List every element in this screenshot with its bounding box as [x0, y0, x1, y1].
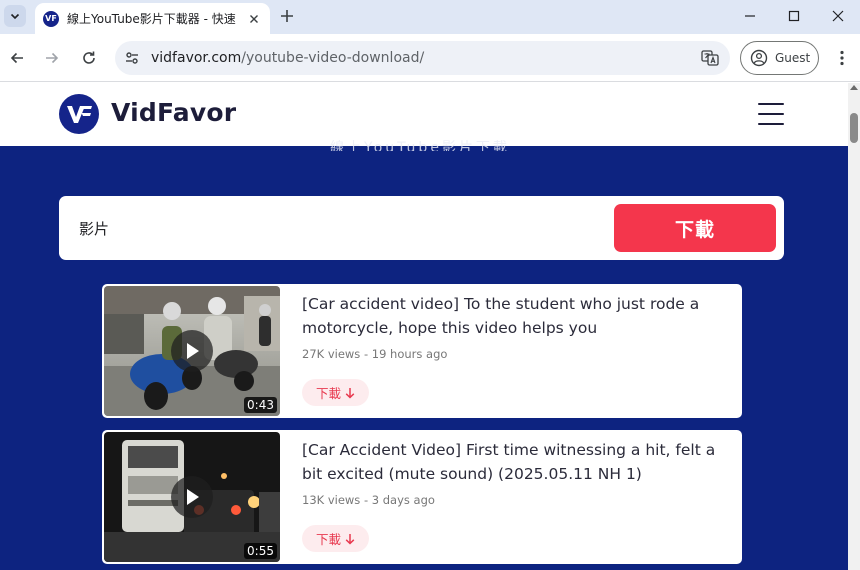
tab-title: 線上YouTube影片下載器 - 快速 — [67, 12, 236, 26]
result-download-button[interactable]: 下載 — [302, 379, 369, 406]
favicon-icon: VF — [43, 10, 59, 27]
video-thumbnail[interactable]: 0:43 — [104, 286, 280, 416]
close-icon — [832, 10, 844, 22]
search-input[interactable] — [79, 210, 599, 246]
reload-button[interactable] — [75, 44, 103, 72]
search-card: 下載 — [59, 196, 784, 260]
play-triangle-icon — [187, 489, 199, 505]
window-close-button[interactable] — [816, 0, 860, 32]
result-title[interactable]: [Car Accident Video] First time witnessi… — [302, 438, 727, 486]
result-item[interactable]: 0:55 [Car Accident Video] First time wit… — [102, 430, 742, 564]
page-viewport: VidFavor 線上YouTube影片下載 下載 — [0, 83, 848, 570]
site-info-button[interactable] — [121, 47, 143, 69]
scroll-up-icon[interactable] — [850, 85, 858, 90]
profile-label: Guest — [775, 51, 811, 65]
arrow-right-icon — [46, 52, 59, 64]
result-item[interactable]: 0:43 [Car accident video] To the student… — [102, 284, 742, 418]
browser-toolbar: vidfavor.com/youtube-video-download/ Gue… — [0, 34, 860, 82]
download-button[interactable]: 下載 — [614, 204, 776, 252]
result-title[interactable]: [Car accident video] To the student who … — [302, 292, 727, 340]
result-meta: 13K views - 3 days ago — [302, 493, 435, 507]
minimize-button[interactable] — [728, 0, 772, 32]
close-icon — [250, 14, 258, 23]
play-triangle-icon — [187, 343, 199, 359]
video-duration: 0:55 — [244, 543, 277, 559]
account-circle-icon — [750, 49, 768, 67]
video-duration: 0:43 — [244, 397, 277, 413]
arrow-down-icon — [345, 533, 355, 545]
profile-button[interactable]: Guest — [740, 41, 819, 75]
forward-button[interactable] — [38, 44, 66, 72]
translate-icon — [701, 50, 719, 66]
play-icon[interactable] — [171, 476, 213, 518]
tune-icon — [126, 52, 138, 64]
reload-icon — [83, 51, 95, 64]
translate-button[interactable] — [700, 48, 720, 68]
video-thumbnail[interactable]: 0:55 — [104, 432, 280, 562]
tab-search-button[interactable] — [4, 5, 26, 27]
page-scrollbar[interactable] — [848, 83, 860, 570]
url-text: vidfavor.com/youtube-video-download/ — [151, 50, 424, 66]
arrow-down-icon — [345, 387, 355, 399]
result-download-label: 下載 — [315, 532, 341, 547]
url-path: /youtube-video-download/ — [241, 50, 425, 66]
chevron-down-icon — [10, 13, 20, 20]
logo-text[interactable]: VidFavor — [111, 98, 236, 127]
address-bar[interactable]: vidfavor.com/youtube-video-download/ — [115, 41, 730, 75]
play-icon[interactable] — [171, 330, 213, 372]
tab-close-button[interactable] — [246, 11, 262, 27]
result-meta: 27K views - 19 hours ago — [302, 347, 448, 361]
more-vert-icon — [840, 50, 844, 66]
active-tab[interactable]: VF 線上YouTube影片下載器 - 快速 — [35, 3, 270, 34]
hamburger-menu-button[interactable] — [758, 103, 784, 125]
new-tab-button[interactable] — [276, 5, 298, 27]
maximize-icon — [788, 10, 800, 22]
minimize-icon — [745, 15, 755, 17]
vf-mark-icon — [67, 106, 92, 123]
tab-strip: VF 線上YouTube影片下載器 - 快速 — [0, 0, 860, 34]
result-download-label: 下載 — [315, 386, 341, 401]
maximize-button[interactable] — [772, 0, 816, 32]
result-download-button[interactable]: 下載 — [302, 525, 369, 552]
vidfavor-logo-icon[interactable] — [59, 94, 99, 134]
url-host: vidfavor.com — [151, 50, 242, 66]
browser-menu-button[interactable] — [830, 44, 854, 72]
plus-icon — [281, 10, 293, 22]
back-button[interactable] — [3, 44, 31, 72]
scrollbar-thumb[interactable] — [850, 113, 858, 143]
arrow-left-icon — [10, 52, 23, 64]
hero-heading: 線上YouTube影片下載 — [330, 140, 510, 151]
